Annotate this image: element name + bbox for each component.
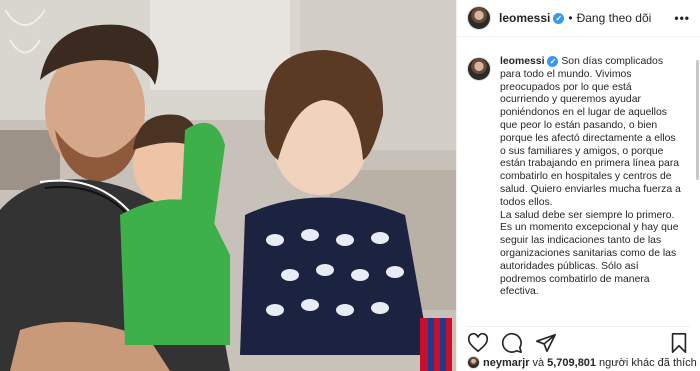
- follow-status-button[interactable]: Đang theo dõi: [577, 11, 652, 25]
- caption-line: o sus familiares y amigos, o porque: [500, 145, 664, 157]
- caption-line: Son días complicados: [561, 56, 664, 67]
- likes-suffix: người khác đã thích: [599, 356, 697, 369]
- likes-connector: và: [532, 356, 545, 369]
- caption-line: ocurriendo y queremos ayudar: [500, 94, 641, 106]
- comment-icon[interactable]: [501, 332, 523, 354]
- caption-line: podremos combatirlo de manera: [500, 273, 650, 285]
- caption-section: leomessi ✓ Son días complicados para todo…: [467, 56, 692, 318]
- caption-line: seguir las indicaciones tanto de las: [500, 235, 662, 247]
- post-sidebar: leomessi ✓ • Đang theo dõi ••• leomessi ✓…: [456, 0, 700, 371]
- caption-line: preocupados por lo que está: [500, 81, 632, 93]
- caption-scrollbar[interactable]: [696, 60, 699, 180]
- liker-avatar[interactable]: [467, 356, 480, 369]
- caption-line: porque les afectó directamente a ellos: [500, 132, 676, 144]
- caption-line: autoridades públicas. Sólo así: [500, 260, 639, 272]
- author-avatar[interactable]: [467, 6, 491, 30]
- caption-line: para todo el mundo. Vivimos: [500, 68, 632, 80]
- caption-text: leomessi ✓ Son días complicados para todo…: [500, 56, 690, 318]
- caption-line: Es un momento excepcional y hay que: [500, 222, 679, 234]
- likes-count[interactable]: 5,709,801: [547, 357, 596, 369]
- likes-summary: neymarjr và 5,709,801 người khác đã thíc…: [467, 356, 697, 369]
- verified-badge-icon: ✓: [553, 12, 565, 24]
- separator-dot: •: [568, 11, 573, 25]
- share-icon[interactable]: [535, 332, 557, 354]
- post-photo: [0, 0, 456, 371]
- caption-line: organizaciones sanitarias como de las: [500, 247, 677, 259]
- caption-line: que peor lo están pasando, o bien: [500, 119, 658, 131]
- more-options-icon[interactable]: •••: [674, 11, 690, 25]
- verified-badge-icon: ✓: [547, 56, 559, 67]
- caption-line: combatirlo en hospitales y centros de: [500, 171, 672, 183]
- caption-line: salud. Quiero enviarles mucha fuerza a: [500, 183, 681, 195]
- caption-line: todos ellos.: [500, 196, 553, 208]
- heart-icon[interactable]: [467, 332, 489, 354]
- author-username[interactable]: leomessi: [499, 11, 550, 25]
- caption-line: están trabajando en primera línea para: [500, 158, 680, 170]
- post-header: leomessi ✓ • Đang theo dõi •••: [457, 0, 700, 37]
- bookmark-icon[interactable]: [668, 332, 690, 354]
- action-bar: [467, 326, 690, 354]
- caption-line: poniéndonos en el lugar de aquellos: [500, 107, 667, 119]
- family-photo-illustration: [0, 0, 456, 371]
- caption-line: La salud debe ser siempre lo primero.: [500, 209, 675, 221]
- caption-author-avatar[interactable]: [467, 57, 491, 81]
- liker-username[interactable]: neymarjr: [483, 357, 529, 369]
- caption-line: efectiva.: [500, 286, 539, 298]
- caption-username[interactable]: leomessi: [500, 56, 544, 67]
